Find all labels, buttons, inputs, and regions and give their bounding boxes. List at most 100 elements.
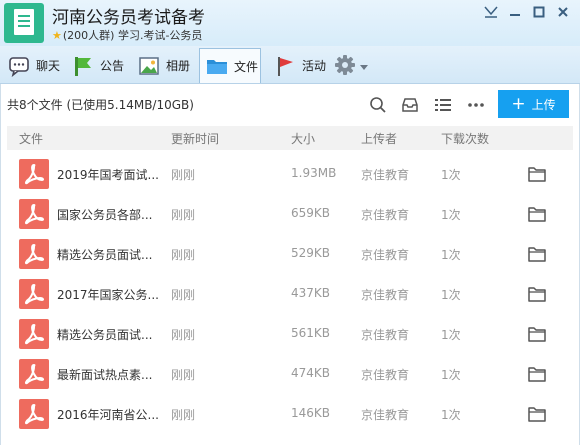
- group-info: ★(200人群) 学习.考试-公务员: [52, 27, 202, 43]
- search-icon[interactable]: [369, 96, 387, 114]
- file-name[interactable]: 2017年国家公务...: [57, 286, 159, 303]
- tab-label: 聊天: [36, 59, 61, 73]
- file-name[interactable]: 国家公务员各部...: [57, 206, 152, 223]
- file-uploader: 京佳教育: [361, 408, 410, 422]
- file-uploader: 京佳教育: [361, 368, 410, 382]
- open-folder-icon[interactable]: [528, 286, 546, 302]
- file-download-count: 1次: [441, 208, 461, 222]
- file-download-count: 1次: [441, 408, 461, 422]
- file-uploader: 京佳教育: [361, 168, 410, 182]
- chevron-down-icon: [360, 60, 368, 74]
- file-updated-time: 刚刚: [171, 328, 196, 342]
- file-size: 146KB: [291, 406, 331, 420]
- tab-album[interactable]: 相册: [132, 48, 196, 83]
- inbox-icon[interactable]: [401, 96, 419, 114]
- file-summary: 共8个文件 (已使用5.14MB/10GB): [7, 98, 194, 112]
- more-icon[interactable]: [467, 96, 485, 114]
- file-name[interactable]: 精选公务员面试...: [57, 246, 152, 263]
- file-updated-time: 刚刚: [171, 168, 196, 182]
- skin-icon[interactable]: [480, 4, 502, 20]
- plus-icon: +: [511, 93, 526, 114]
- close-icon[interactable]: [552, 4, 574, 20]
- window-controls: [480, 4, 574, 20]
- file-row[interactable]: 精选公务员面试... 刚刚 561KB 京佳教育 1次: [7, 314, 573, 354]
- pdf-file-icon: [19, 199, 49, 229]
- file-size: 529KB: [291, 246, 331, 260]
- file-size: 659KB: [291, 206, 331, 220]
- tab-label: 公告: [100, 59, 125, 73]
- settings-menu[interactable]: [334, 54, 368, 79]
- file-uploader: 京佳教育: [361, 248, 410, 262]
- file-download-count: 1次: [441, 328, 461, 342]
- upload-button[interactable]: + 上传: [498, 90, 569, 118]
- file-size: 561KB: [291, 326, 331, 340]
- open-folder-icon[interactable]: [528, 406, 546, 422]
- pdf-file-icon: [19, 399, 49, 429]
- chat-icon: [8, 55, 30, 77]
- column-header-downloads[interactable]: 下载次数: [441, 130, 489, 147]
- photo-album-icon: [138, 55, 160, 77]
- pdf-file-icon: [19, 279, 49, 309]
- file-updated-time: 刚刚: [171, 408, 196, 422]
- file-row[interactable]: 2016年河南省公... 刚刚 146KB 京佳教育 1次: [7, 394, 573, 434]
- file-download-count: 1次: [441, 248, 461, 262]
- tab-label: 活动: [302, 59, 327, 73]
- column-header-file[interactable]: 文件: [19, 130, 43, 147]
- file-updated-time: 刚刚: [171, 368, 196, 382]
- file-updated-time: 刚刚: [171, 248, 196, 262]
- minimize-icon[interactable]: [504, 4, 526, 20]
- file-download-count: 1次: [441, 288, 461, 302]
- file-row[interactable]: 2019年国考面试... 刚刚 1.93MB 京佳教育 1次: [7, 154, 573, 194]
- file-row[interactable]: 国家公务员各部... 刚刚 659KB 京佳教育 1次: [7, 194, 573, 234]
- gear-icon: [334, 54, 356, 79]
- open-folder-icon[interactable]: [528, 206, 546, 222]
- file-row[interactable]: 最新面试热点素... 刚刚 474KB 京佳教育 1次: [7, 354, 573, 394]
- file-name[interactable]: 2016年河南省公...: [57, 406, 159, 423]
- file-download-count: 1次: [441, 368, 461, 382]
- pdf-file-icon: [19, 359, 49, 389]
- group-name: 河南公务员考试备考: [52, 8, 205, 28]
- tab-files[interactable]: 文件: [199, 48, 261, 83]
- maximize-icon[interactable]: [528, 4, 550, 20]
- column-header-size[interactable]: 大小: [291, 130, 315, 147]
- file-name[interactable]: 精选公务员面试...: [57, 326, 152, 343]
- tab-bar: 聊天 公告 相册 文件 活动: [0, 46, 580, 84]
- tab-chat[interactable]: 聊天: [2, 48, 66, 83]
- announcement-icon: [72, 55, 94, 77]
- file-size: 437KB: [291, 286, 331, 300]
- open-folder-icon[interactable]: [528, 166, 546, 182]
- column-header-uploader[interactable]: 上传者: [361, 130, 397, 147]
- pdf-file-icon: [19, 159, 49, 189]
- file-size: 474KB: [291, 366, 331, 380]
- file-size: 1.93MB: [291, 166, 337, 180]
- flag-icon: [274, 55, 296, 77]
- member-count: (200人群): [62, 29, 115, 42]
- file-panel: 共8个文件 (已使用5.14MB/10GB) + 上传 文件 更新时间 大小 上…: [0, 84, 580, 445]
- list-view-icon[interactable]: [434, 96, 452, 114]
- tab-label: 文件: [234, 59, 259, 74]
- tab-activity[interactable]: 活动: [268, 48, 332, 83]
- tab-label: 相册: [166, 59, 191, 73]
- group-logo[interactable]: [4, 3, 44, 43]
- tab-announcement[interactable]: 公告: [66, 48, 130, 83]
- star-icon: ★: [52, 29, 62, 42]
- file-row[interactable]: 精选公务员面试... 刚刚 529KB 京佳教育 1次: [7, 234, 573, 274]
- column-header-updated[interactable]: 更新时间: [171, 130, 219, 147]
- file-uploader: 京佳教育: [361, 328, 410, 342]
- open-folder-icon[interactable]: [528, 326, 546, 342]
- file-uploader: 京佳教育: [361, 288, 410, 302]
- file-name[interactable]: 2019年国考面试...: [57, 166, 159, 183]
- file-download-count: 1次: [441, 168, 461, 182]
- title-bar: 河南公务员考试备考 ★(200人群) 学习.考试-公务员: [0, 0, 580, 46]
- folder-icon: [206, 55, 228, 77]
- group-tags: 学习.考试-公务员: [117, 29, 203, 42]
- pdf-file-icon: [19, 319, 49, 349]
- pdf-file-icon: [19, 239, 49, 269]
- file-row[interactable]: 2017年国家公务... 刚刚 437KB 京佳教育 1次: [7, 274, 573, 314]
- file-name[interactable]: 最新面试热点素...: [57, 366, 152, 383]
- file-updated-time: 刚刚: [171, 208, 196, 222]
- file-uploader: 京佳教育: [361, 208, 410, 222]
- file-table-header: 文件 更新时间 大小 上传者 下载次数: [7, 126, 573, 150]
- open-folder-icon[interactable]: [528, 246, 546, 262]
- open-folder-icon[interactable]: [528, 366, 546, 382]
